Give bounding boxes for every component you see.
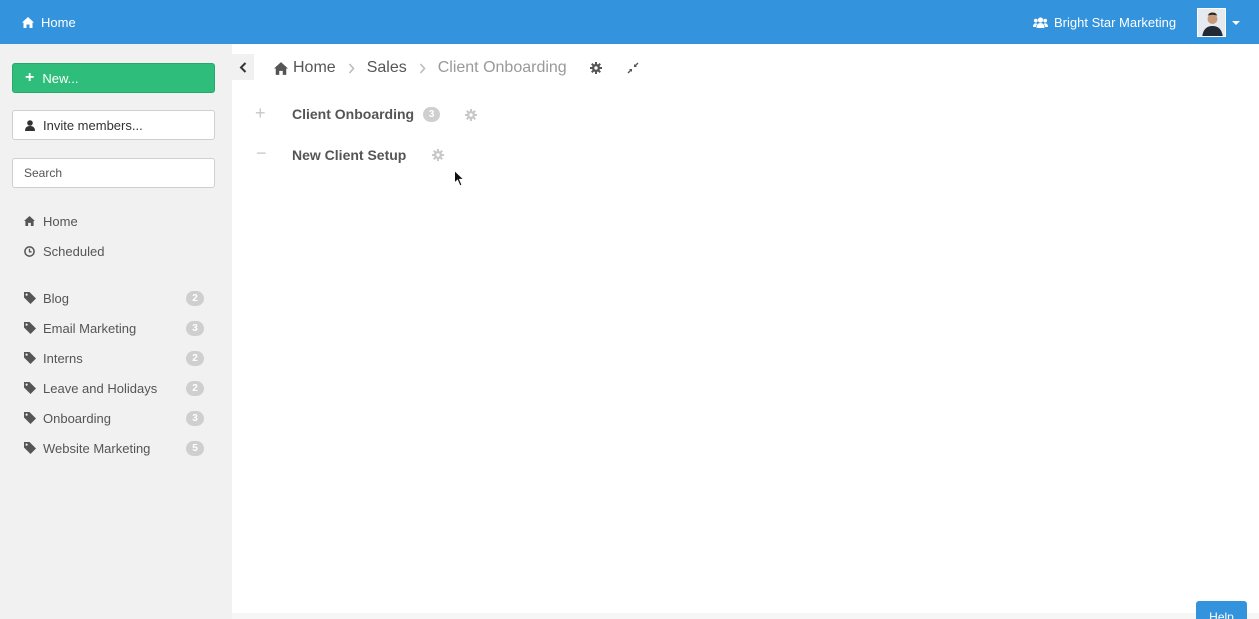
sidebar-tag-leave-and-holidays[interactable]: Leave and Holidays 2 bbox=[24, 378, 204, 398]
breadcrumb-home[interactable]: Home bbox=[274, 59, 336, 77]
chevron-left-icon bbox=[239, 61, 247, 73]
list-item-new-client-setup: New Client Setup bbox=[292, 145, 406, 165]
breadcrumb-sales[interactable]: Sales bbox=[367, 59, 407, 77]
sidebar-tag-interns[interactable]: Interns 2 bbox=[24, 348, 204, 368]
user-icon bbox=[25, 119, 35, 131]
count-badge: 5 bbox=[186, 440, 204, 456]
collapse-toggle[interactable]: − bbox=[256, 144, 267, 162]
list-item-client-onboarding: Client Onboarding 3 bbox=[292, 104, 441, 124]
search-input[interactable] bbox=[12, 158, 215, 188]
sidebar-tag-onboarding[interactable]: Onboarding 3 bbox=[24, 408, 204, 428]
sidebar: + New... Invite members... Home Schedule… bbox=[0, 44, 232, 619]
chevron-right-icon bbox=[348, 62, 355, 74]
count-badge: 3 bbox=[186, 410, 204, 426]
tag-icon bbox=[24, 352, 36, 364]
tag-icon bbox=[24, 292, 36, 304]
sidebar-tag-website-marketing[interactable]: Website Marketing 5 bbox=[24, 438, 204, 458]
home-icon bbox=[274, 61, 288, 75]
list-item-settings-button[interactable] bbox=[432, 148, 444, 166]
tag-icon bbox=[24, 382, 36, 394]
expand-toggle[interactable]: + bbox=[255, 104, 266, 122]
topbar-home-label: Home bbox=[41, 14, 76, 30]
clock-icon bbox=[24, 245, 35, 257]
home-icon bbox=[24, 216, 35, 226]
compress-button[interactable] bbox=[627, 61, 639, 79]
mouse-cursor-icon bbox=[454, 169, 466, 192]
avatar bbox=[1197, 8, 1226, 37]
count-badge: 2 bbox=[186, 290, 204, 306]
plus-icon: + bbox=[25, 69, 35, 86]
list-item-title[interactable]: Client Onboarding bbox=[292, 106, 414, 122]
chevron-right-icon bbox=[419, 62, 426, 74]
breadcrumb-label: Sales bbox=[366, 59, 407, 76]
help-button[interactable]: Help bbox=[1196, 601, 1247, 619]
gear-icon bbox=[465, 109, 477, 121]
list-item-title[interactable]: New Client Setup bbox=[292, 147, 406, 163]
count-badge: 3 bbox=[186, 320, 204, 336]
organization-switcher[interactable]: Bright Star Marketing bbox=[1033, 0, 1176, 44]
gear-icon bbox=[432, 149, 444, 161]
sidebar-item-scheduled[interactable]: Scheduled bbox=[24, 241, 204, 261]
sidebar-tag-label: Interns bbox=[43, 350, 83, 366]
breadcrumb-label: Client Onboarding bbox=[437, 59, 567, 76]
new-button[interactable]: + New... bbox=[12, 63, 215, 93]
users-icon bbox=[1033, 16, 1048, 28]
sidebar-tag-label: Onboarding bbox=[43, 410, 111, 426]
tag-icon bbox=[24, 412, 36, 424]
breadcrumb-label: Home bbox=[293, 59, 336, 76]
list-item-settings-button[interactable] bbox=[465, 108, 477, 126]
footer-strip bbox=[232, 613, 1259, 619]
sidebar-item-label: Home bbox=[43, 213, 78, 229]
sidebar-tag-label: Blog bbox=[43, 290, 70, 306]
count-badge: 2 bbox=[186, 380, 204, 396]
sidebar-tag-label: Email Marketing bbox=[43, 320, 137, 336]
new-button-label: New... bbox=[42, 70, 79, 86]
invite-members-button[interactable]: Invite members... bbox=[12, 110, 215, 140]
sidebar-tag-blog[interactable]: Blog 2 bbox=[24, 288, 204, 308]
home-icon bbox=[22, 16, 34, 28]
collapse-sidebar-button[interactable] bbox=[232, 54, 254, 80]
gear-icon bbox=[590, 62, 602, 74]
breadcrumb-current: Client Onboarding bbox=[438, 59, 567, 77]
chevron-down-icon bbox=[1232, 20, 1240, 25]
invite-members-label: Invite members... bbox=[43, 117, 143, 133]
sidebar-tag-label: Website Marketing bbox=[43, 440, 151, 456]
tag-icon bbox=[24, 442, 36, 454]
tag-icon bbox=[24, 322, 36, 334]
compress-icon bbox=[627, 62, 639, 74]
sidebar-item-label: Scheduled bbox=[43, 243, 105, 259]
sidebar-tag-label: Leave and Holidays bbox=[43, 380, 158, 396]
sidebar-tag-email-marketing[interactable]: Email Marketing 3 bbox=[24, 318, 204, 338]
breadcrumb: Home Sales Client Onboarding bbox=[274, 56, 567, 80]
top-bar: Home Bright Star Marketing bbox=[0, 0, 1259, 44]
organization-name: Bright Star Marketing bbox=[1054, 14, 1177, 30]
count-badge: 2 bbox=[186, 350, 204, 366]
topbar-home-link[interactable]: Home bbox=[22, 0, 76, 44]
sidebar-item-home[interactable]: Home bbox=[24, 211, 204, 231]
user-menu[interactable] bbox=[1197, 8, 1240, 37]
settings-button[interactable] bbox=[590, 61, 602, 79]
count-badge: 3 bbox=[423, 106, 441, 122]
